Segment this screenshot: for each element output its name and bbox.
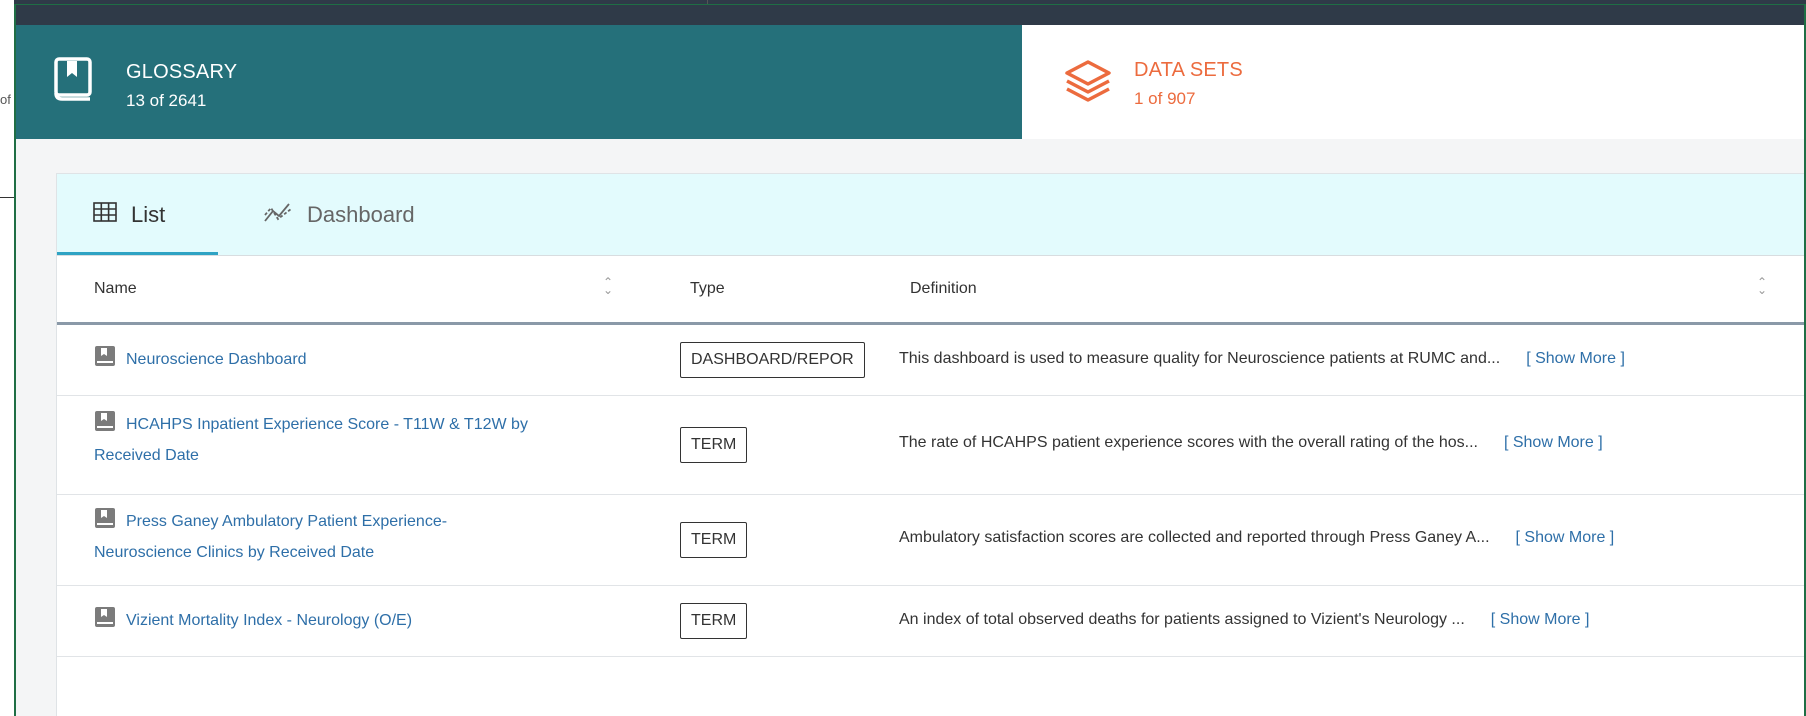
book-icon — [94, 410, 116, 442]
table-header: Name ⌃ ⌄ Type Definition ⌃ ⌄ — [57, 256, 1804, 325]
row-name-line1: Press Ganey Ambulatory Patient Experienc… — [126, 513, 448, 530]
glossary-tile[interactable]: GLOSSARY 13 of 2641 — [16, 25, 1022, 139]
tab-dashboard-label: Dashboard — [307, 201, 415, 227]
type-badge: TERM — [680, 603, 748, 639]
table-row[interactable]: Neuroscience Dashboard DASHBOARD/REPOR T… — [57, 325, 1804, 396]
row-definition: Ambulatory satisfaction scores are colle… — [899, 529, 1614, 547]
row-name-line2: Received Date — [94, 447, 199, 464]
row-definition: This dashboard is used to measure qualit… — [899, 350, 1625, 368]
tab-list-label: List — [131, 201, 166, 227]
datasets-title: DATA SETS — [1134, 59, 1243, 81]
row-name-text: Vizient Mortality Index - Neurology (O/E… — [126, 612, 413, 629]
column-header-type: Type — [690, 280, 725, 297]
definition-text: This dashboard is used to measure qualit… — [899, 350, 1501, 367]
table-icon — [93, 201, 131, 228]
row-definition: The rate of HCAHPS patient experience sc… — [899, 434, 1603, 452]
layers-icon — [1064, 59, 1112, 108]
results-card: List Dashboard Name ⌃ ⌄ Type Definition ⌃… — [56, 173, 1804, 716]
sort-definition-icon[interactable]: ⌃ ⌄ — [1757, 276, 1767, 296]
row-name-link[interactable]: Vizient Mortality Index - Neurology (O/E… — [94, 606, 412, 638]
book-icon — [54, 57, 92, 106]
datasets-count: 1 of 907 — [1134, 89, 1196, 108]
type-badge: TERM — [680, 522, 748, 558]
show-more-link[interactable]: [ Show More ] — [1526, 350, 1625, 367]
book-icon — [94, 345, 116, 377]
datasets-tile[interactable]: DATA SETS 1 of 907 — [1022, 25, 1804, 139]
row-definition: An index of total observed deaths for pa… — [899, 611, 1589, 629]
tab-list[interactable]: List — [57, 174, 218, 255]
row-name-link[interactable]: HCAHPS Inpatient Experience Score - T11W… — [94, 410, 528, 470]
definition-text: The rate of HCAHPS patient experience sc… — [899, 434, 1478, 451]
tab-dashboard[interactable]: Dashboard — [263, 174, 415, 255]
background-text-fragment: of — [0, 92, 11, 107]
row-name-text: Neuroscience Dashboard — [126, 351, 307, 368]
panel-top-band — [16, 5, 1804, 25]
row-name-link[interactable]: Neuroscience Dashboard — [94, 345, 307, 377]
glossary-title: GLOSSARY — [126, 61, 238, 83]
show-more-link[interactable]: [ Show More ] — [1504, 434, 1603, 451]
definition-text: An index of total observed deaths for pa… — [899, 611, 1465, 628]
table-row[interactable]: Vizient Mortality Index - Neurology (O/E… — [57, 586, 1804, 657]
column-header-definition[interactable]: Definition — [910, 256, 977, 322]
table-row[interactable]: Press Ganey Ambulatory Patient Experienc… — [57, 495, 1804, 586]
row-name-link[interactable]: Press Ganey Ambulatory Patient Experienc… — [94, 507, 447, 567]
row-name-line1: HCAHPS Inpatient Experience Score - T11W… — [126, 416, 528, 433]
glossary-panel: GLOSSARY 13 of 2641 DATA SETS 1 of 907 L… — [14, 4, 1806, 716]
type-badge: TERM — [680, 427, 748, 463]
definition-text: Ambulatory satisfaction scores are colle… — [899, 529, 1490, 546]
row-name-line2: Neuroscience Clinics by Received Date — [94, 544, 375, 561]
book-icon — [94, 507, 116, 539]
book-icon — [94, 606, 116, 638]
sort-name-icon[interactable]: ⌃ ⌄ — [603, 276, 613, 296]
glossary-count: 13 of 2641 — [126, 91, 207, 110]
show-more-link[interactable]: [ Show More ] — [1491, 611, 1590, 628]
active-tab-indicator — [57, 252, 218, 255]
view-tabs: List Dashboard — [57, 174, 1804, 256]
show-more-link[interactable]: [ Show More ] — [1516, 529, 1615, 546]
table-row[interactable]: HCAHPS Inpatient Experience Score - T11W… — [57, 396, 1804, 495]
column-header-name[interactable]: Name — [94, 256, 137, 322]
type-badge: DASHBOARD/REPOR — [680, 342, 865, 378]
trend-icon — [263, 201, 307, 229]
